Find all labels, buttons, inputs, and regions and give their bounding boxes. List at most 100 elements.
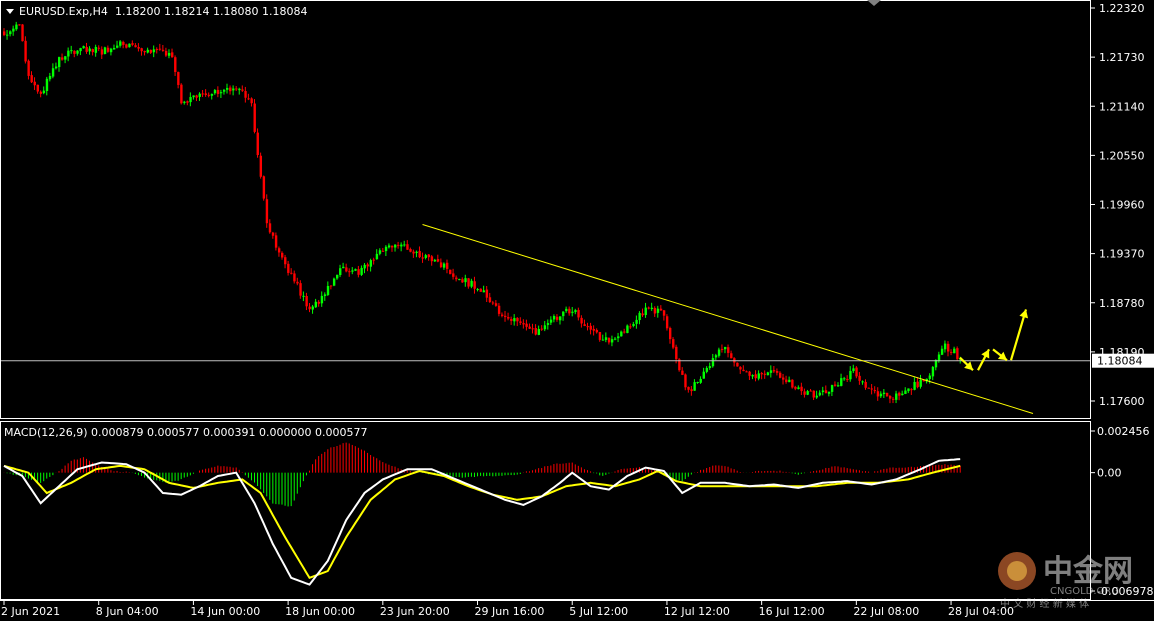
candle-body — [281, 252, 284, 258]
candle-body — [30, 75, 33, 83]
candle-body — [174, 57, 177, 72]
candle-body — [238, 88, 241, 91]
macd-header-label: MACD(12,26,9) 0.000879 0.000577 0.000391… — [4, 426, 367, 439]
candle-body — [830, 385, 834, 392]
candle-body — [876, 391, 880, 397]
candle-body — [778, 372, 782, 378]
candle-body — [329, 285, 333, 287]
candle-body — [24, 40, 27, 62]
candle-body — [235, 88, 238, 90]
candle-body — [33, 81, 36, 86]
candle-body — [763, 373, 767, 375]
candle-body — [580, 317, 583, 324]
candle-body — [134, 45, 137, 48]
candle-body — [232, 88, 235, 91]
chart-shift-marker-icon[interactable] — [867, 0, 881, 6]
candle-body — [491, 302, 495, 304]
candle-body — [335, 274, 339, 279]
candle-body — [644, 307, 647, 316]
candle-body — [445, 262, 449, 269]
candle-body — [439, 262, 443, 268]
time-axis-label: 18 Jun 00:00 — [285, 605, 355, 618]
candle-body — [161, 49, 165, 51]
candle-body — [617, 336, 620, 339]
candle-body — [155, 48, 159, 50]
candle-body — [904, 390, 907, 394]
candle-body — [18, 24, 21, 26]
candle-body — [510, 319, 513, 321]
price-axis-label: 1.19370 — [1099, 248, 1145, 261]
candle-body — [54, 66, 58, 69]
price-axis-label: 1.18780 — [1099, 297, 1145, 310]
candle-body — [128, 43, 131, 48]
candle-body — [668, 327, 672, 340]
candle-body — [858, 375, 861, 381]
candle-body — [696, 381, 699, 383]
candle-body — [727, 347, 730, 353]
candle-body — [953, 348, 956, 354]
candle-body — [302, 295, 305, 297]
candle-body — [583, 324, 586, 327]
candle-body — [681, 370, 684, 375]
candle-body — [565, 308, 568, 312]
candle-body — [797, 387, 800, 390]
candle-body — [711, 358, 715, 367]
candle-body — [739, 367, 742, 370]
candle-body — [519, 321, 522, 323]
price-axis-label: 1.21140 — [1099, 100, 1145, 113]
candle-body — [840, 378, 843, 386]
candle-body — [714, 355, 718, 358]
time-axis-label: 8 Jun 04:00 — [96, 605, 159, 618]
candle-body — [928, 375, 932, 379]
candle-body — [39, 91, 43, 94]
candle-body — [552, 316, 556, 320]
time-axis-label: 5 Jul 12:00 — [569, 605, 628, 618]
candle-body — [720, 348, 724, 350]
candle-body — [394, 244, 397, 248]
candle-body — [504, 315, 507, 318]
candle-body — [754, 374, 757, 379]
candle-body — [348, 271, 351, 273]
candle-body — [119, 41, 122, 46]
candle-body — [656, 308, 660, 313]
candle-body — [91, 49, 94, 53]
candle-body — [812, 390, 815, 398]
candle-body — [15, 24, 18, 30]
candle-body — [332, 278, 336, 286]
collapse-triangle-icon[interactable] — [6, 9, 14, 14]
price-axis: 1.22320 1.21730 1.21140 1.20550 1.19960 1.193… — [1090, 2, 1145, 408]
candle-body — [653, 307, 657, 314]
candle-body — [950, 351, 953, 353]
candle-body — [9, 31, 12, 35]
candle-body — [690, 389, 693, 392]
candle-body — [192, 95, 195, 98]
candle-body — [342, 266, 345, 269]
candle-body — [3, 31, 6, 36]
candle-body — [384, 246, 388, 252]
candle-body — [149, 49, 153, 53]
candle-body — [482, 290, 486, 293]
candle-body — [500, 314, 504, 316]
candle-body — [635, 319, 638, 324]
candle-body — [809, 390, 812, 392]
candle-body — [687, 386, 690, 390]
candle-body — [247, 98, 250, 100]
candle-body — [507, 316, 510, 319]
candle-body — [357, 269, 360, 275]
candle-body — [125, 44, 128, 48]
candle-body — [51, 68, 55, 77]
candle-body — [659, 308, 663, 311]
candle-body — [387, 245, 391, 248]
watermark: 中金网 CNGOLD.ORG 中 文 财 经 新 媒 体 — [998, 552, 1133, 610]
candle-body — [662, 310, 666, 316]
candle-body — [675, 346, 678, 360]
candle-body — [647, 307, 651, 309]
candle-body — [861, 381, 864, 383]
candle-body — [274, 235, 278, 248]
candle-body — [369, 260, 372, 267]
candle-body — [473, 281, 476, 289]
candle-body — [452, 273, 455, 277]
candle-body — [610, 339, 614, 343]
candle-body — [36, 84, 40, 92]
candle-body — [366, 264, 369, 267]
